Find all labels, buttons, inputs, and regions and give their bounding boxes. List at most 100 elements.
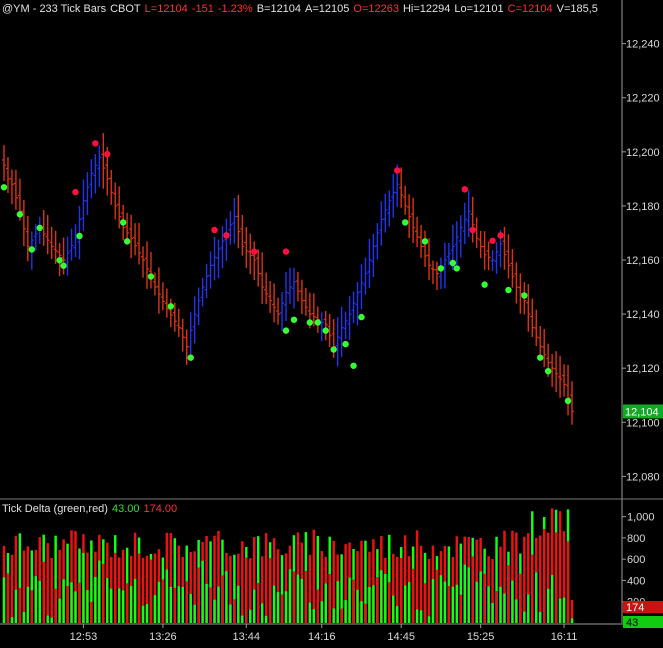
delta-green — [439, 575, 443, 623]
delta-green — [129, 585, 133, 623]
delta-bar — [161, 557, 165, 623]
delta-bar — [423, 552, 427, 623]
delta-red — [66, 586, 69, 623]
price-bar — [89, 159, 94, 199]
price-bar — [113, 182, 118, 220]
swing-low-dot — [76, 232, 83, 240]
price-bar — [470, 196, 475, 243]
price-bar — [280, 292, 285, 331]
swing-low-dot — [60, 262, 67, 269]
delta-green — [106, 578, 109, 623]
price-bar — [407, 194, 412, 239]
price-bar — [558, 355, 563, 398]
delta-green — [451, 586, 455, 623]
price-bar — [458, 215, 463, 258]
delta-green — [558, 598, 562, 623]
delta-red — [388, 582, 391, 623]
delta-green — [455, 584, 459, 623]
price-bar — [490, 249, 495, 271]
delta-bar — [328, 536, 331, 623]
delta-bar — [149, 554, 153, 623]
delta-bar — [58, 549, 61, 623]
delta-bar — [94, 551, 97, 623]
delta-bar — [499, 546, 502, 623]
delta-green — [475, 581, 478, 623]
delta-bar — [185, 545, 188, 623]
delta-bar — [157, 549, 161, 623]
delta-bar — [487, 556, 490, 623]
high-price: Hi=12294 — [402, 3, 451, 15]
swing-low-dot — [544, 367, 552, 375]
price-bar — [81, 179, 86, 231]
delta-tick-label: 600 — [627, 554, 645, 566]
price-bar — [129, 214, 134, 259]
delta-green — [431, 579, 435, 623]
delta-green — [133, 578, 137, 623]
price-bar — [69, 228, 74, 261]
delta-red — [471, 556, 474, 623]
delta-bar — [451, 556, 455, 623]
delta-green — [427, 616, 431, 623]
price-bar — [260, 252, 265, 305]
last-price-badge-text: 12,104 — [625, 406, 659, 418]
delta-green — [324, 583, 327, 623]
price-bar — [375, 223, 380, 260]
delta-green — [249, 609, 252, 623]
delta-green — [312, 609, 316, 623]
swing-high-dot — [251, 248, 258, 255]
delta-bar — [368, 551, 371, 623]
delta-bar — [538, 535, 542, 623]
price-bar — [256, 249, 261, 287]
price-tick-label: 12,200 — [626, 147, 660, 159]
open-price: O=12263 — [353, 3, 399, 15]
price-bar — [21, 200, 26, 247]
price-bar — [13, 169, 18, 210]
price-bar — [534, 309, 539, 347]
price-bar — [144, 241, 149, 289]
delta-bar — [264, 533, 268, 623]
delta-bar — [272, 538, 276, 623]
chart-canvas[interactable]: 12,240 12,220 12,200 12,180 12,160 12,140 12,1… — [0, 0, 663, 648]
delta-bar — [296, 532, 300, 623]
delta-green — [34, 576, 38, 623]
price-tick-label: 12,080 — [626, 471, 660, 483]
price-bar — [73, 224, 78, 258]
swing-low-dot — [167, 303, 175, 310]
swing-low-dot — [123, 238, 131, 245]
swing-low-dot — [290, 316, 298, 323]
delta-bar — [78, 548, 81, 623]
delta-bar — [392, 553, 395, 623]
price-bar — [196, 287, 201, 326]
delta-red — [18, 587, 22, 623]
delta-bar — [253, 537, 256, 623]
delta-bar — [268, 542, 272, 623]
delta-green — [487, 586, 490, 623]
delta-bar — [260, 556, 264, 623]
delta-green — [523, 611, 526, 623]
time-tick-label: 14:45 — [387, 631, 415, 643]
delta-bar — [46, 543, 49, 623]
close-price: C=12104 — [507, 3, 553, 15]
delta-green — [62, 579, 65, 623]
delta-bar — [471, 537, 474, 623]
delta-bar — [201, 542, 204, 623]
delta-bar — [209, 541, 212, 623]
delta-red — [495, 591, 498, 623]
price-bar — [514, 262, 519, 304]
delta-green — [38, 580, 41, 623]
delta-bar — [519, 553, 522, 623]
delta-green — [165, 569, 169, 623]
delta-green — [169, 586, 173, 623]
price-bar — [415, 216, 420, 248]
delta-bar — [98, 534, 101, 623]
delta-red — [30, 590, 34, 623]
swing-low-dot — [330, 346, 337, 353]
delta-green — [189, 594, 192, 623]
delta-green — [157, 581, 161, 623]
delta-green — [491, 602, 494, 623]
delta-green — [380, 570, 383, 623]
price-bar — [462, 202, 467, 245]
delta-red — [376, 577, 379, 623]
delta-green — [153, 595, 157, 623]
delta-tick-label: 1,000 — [627, 512, 655, 524]
